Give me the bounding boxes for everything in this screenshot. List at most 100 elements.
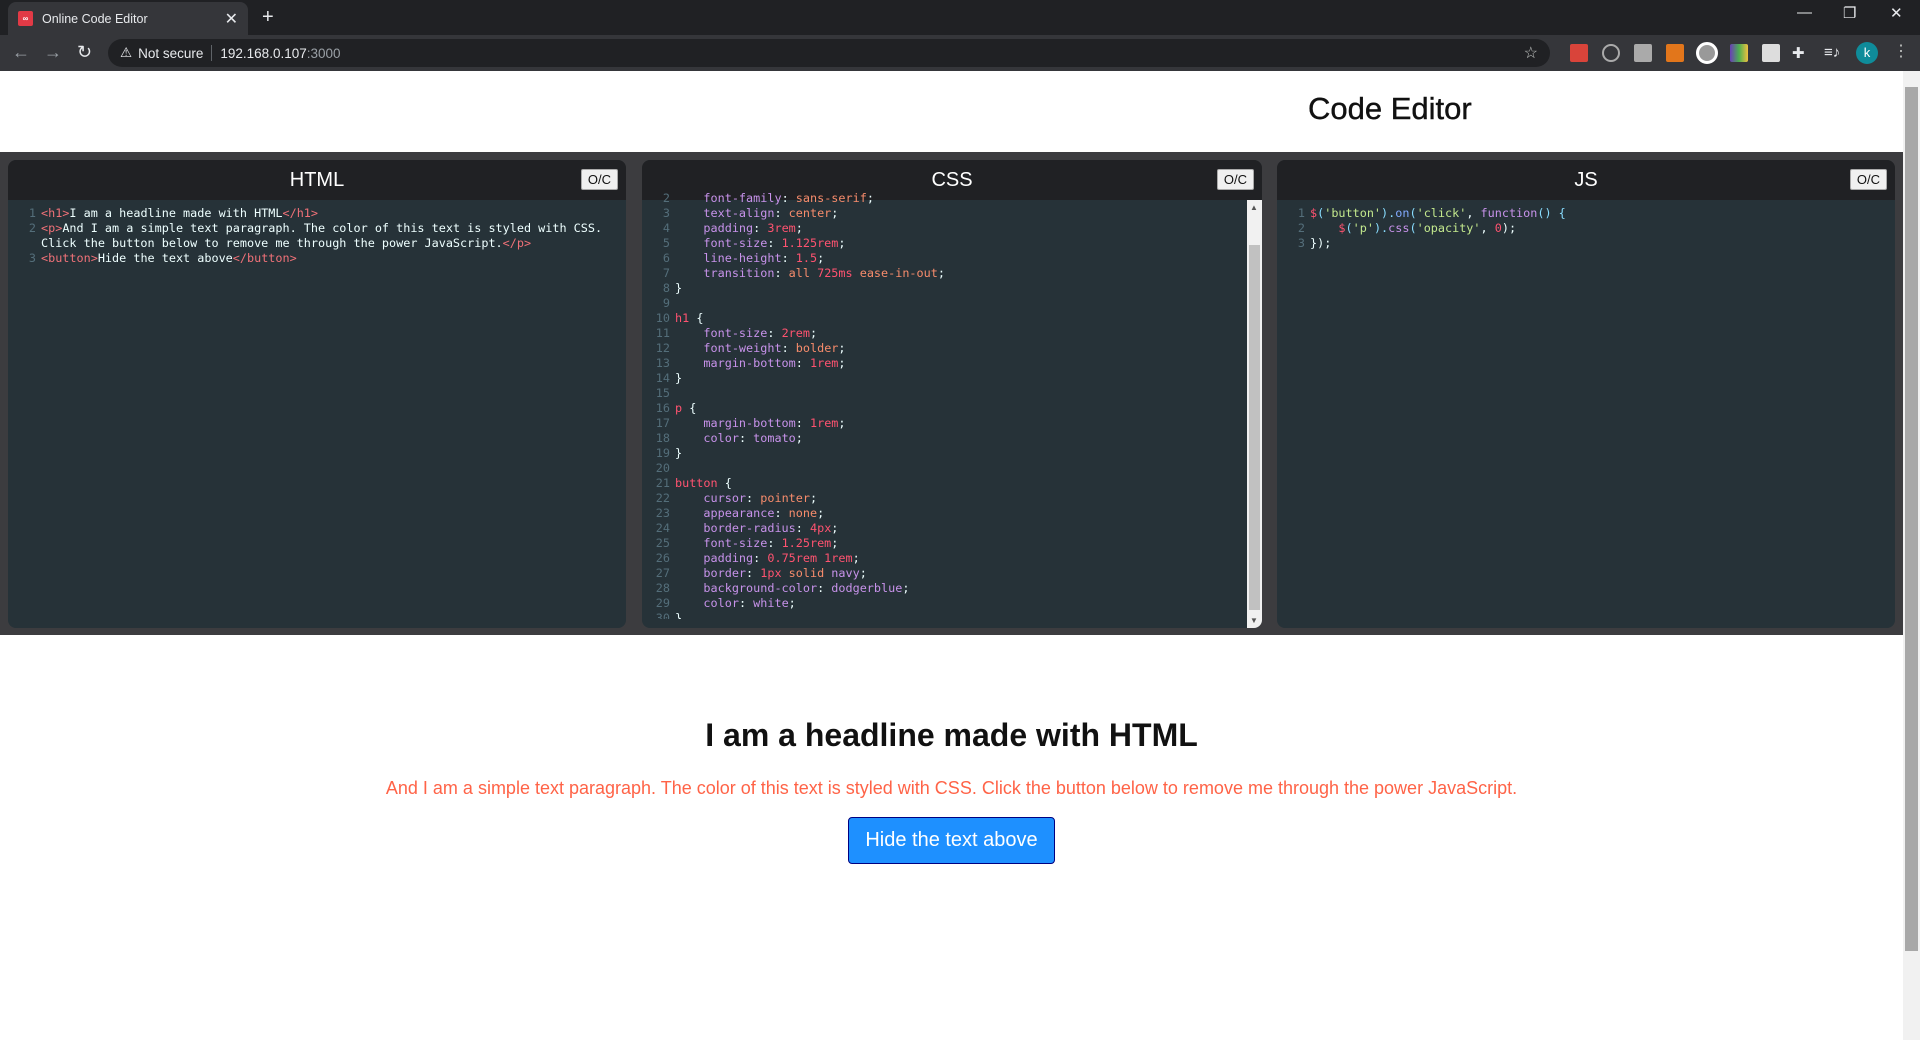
code-token: 'button' (1324, 206, 1382, 220)
scrollbar-thumb[interactable] (1905, 87, 1918, 951)
code-line: 1 <h1>I am a headline made with HTML</h1> (8, 206, 626, 221)
toggle-button[interactable]: O/C (580, 169, 618, 190)
js-code-editor[interactable]: 1 $('button').on('click', function() {2 $… (1277, 200, 1895, 628)
line-number: 25 (655, 536, 670, 550)
extension-icon[interactable] (1570, 44, 1588, 62)
code-token: border (675, 566, 747, 580)
line-number: 3 (28, 251, 36, 265)
code-line: 20 (642, 461, 1262, 476)
scroll-up-icon[interactable]: ▲ (1250, 203, 1258, 212)
extension-blank-icon[interactable] (1762, 44, 1780, 62)
code-token: } (675, 446, 683, 460)
media-queue-icon[interactable]: ≡♪ (1824, 44, 1840, 61)
code-token: all (788, 266, 818, 280)
preview-paragraph: And I am a simple text paragraph. The co… (385, 778, 1518, 798)
bookmark-star-icon[interactable]: ☆ (1524, 43, 1538, 63)
restore-icon[interactable]: ❐ (1843, 4, 1856, 22)
code-token: ; (831, 521, 839, 535)
line-number: 2 (1297, 221, 1305, 235)
code-line: 6 line-height: 1.5; (642, 251, 1262, 266)
line-number: 26 (655, 551, 670, 565)
code-token: ; (817, 506, 825, 520)
more-menu-icon[interactable]: ⋮ (1893, 41, 1909, 61)
code-token: : (781, 341, 796, 355)
extensions-puzzle-icon[interactable]: ✚ (1792, 44, 1805, 62)
browser-tab[interactable]: ∞ Online Code Editor ✕ (8, 2, 248, 35)
code-line: 14} (642, 371, 1262, 386)
code-token: bolder (795, 341, 839, 355)
css-editor-scrollbar[interactable]: ▲ ▼ (1247, 200, 1262, 628)
code-token: ; (937, 266, 945, 280)
extension-sync-icon[interactable] (1696, 42, 1718, 64)
code-token: tomato (753, 431, 796, 445)
code-token: : (767, 236, 782, 250)
code-token: h1 (675, 311, 690, 325)
code-token: ; (809, 326, 818, 340)
forward-icon[interactable]: → (44, 42, 62, 63)
panel-title: CSS (931, 169, 973, 191)
minimize-icon[interactable]: — (1797, 4, 1812, 21)
code-token: ; (838, 341, 846, 355)
line-number: 19 (655, 446, 670, 460)
html-code-editor[interactable]: 1 <h1>I am a headline made with HTML</h1>… (8, 200, 626, 628)
code-token: : (774, 506, 789, 520)
line-content: margin-bottom: 1rem; (675, 416, 1262, 431)
security-label[interactable]: Not secure (138, 46, 203, 61)
toggle-button[interactable]: O/C (1849, 169, 1887, 190)
line-content: font-size: 1.25rem; (675, 536, 1262, 551)
code-token: : (738, 431, 754, 445)
code-line: 12 font-weight: bolder; (642, 341, 1262, 356)
code-line: 7 transition: all 725ms ease-in-out; (642, 266, 1262, 281)
code-token: : (795, 356, 810, 370)
code-token: ; (866, 191, 874, 205)
code-token: 2rem (781, 326, 810, 340)
line-content: button { (675, 476, 1262, 491)
css-code-editor[interactable]: 2 font-family: sans-serif; 3 text-align: … (642, 191, 1262, 619)
code-token: sans-serif (795, 191, 867, 205)
code-token: 0.75rem 1rem (767, 551, 853, 565)
line-number: 21 (655, 476, 670, 490)
code-line: 9 (642, 296, 1262, 311)
page-scrollbar[interactable] (1903, 71, 1920, 1040)
line-content: <p>And I am a simple text paragraph. The… (41, 221, 626, 251)
hide-text-button[interactable]: Hide the text above (848, 817, 1055, 864)
code-token: function (1480, 206, 1538, 220)
code-line: 3 <button>Hide the text above</button> (8, 251, 626, 266)
panel-title: HTML (289, 169, 345, 191)
address-bar[interactable]: ⚠ Not secure 192.168.0.107:3000 ☆ (108, 39, 1550, 67)
code-line: 2 $('p').css('opacity', 0); (1277, 221, 1895, 236)
line-number: 2 (662, 191, 670, 205)
line-content: color: tomato; (675, 431, 1262, 446)
css-editor-panel: CSS O/C 2 font-family: sans-serif; 3 text-… (642, 160, 1262, 628)
new-tab-icon[interactable]: + (262, 6, 274, 29)
code-token: ; (795, 431, 803, 445)
metamask-fox-icon[interactable] (1666, 44, 1684, 62)
code-token: : (774, 266, 789, 280)
toggle-button[interactable]: O/C (1216, 169, 1254, 190)
line-number: 3 (662, 206, 670, 220)
scroll-down-icon[interactable]: ▼ (1250, 616, 1258, 625)
line-content: border-radius: 4px; (675, 521, 1262, 536)
extension-color-icon[interactable] (1730, 44, 1748, 62)
code-token: 0 (1494, 221, 1502, 235)
code-token: </button> (232, 251, 297, 265)
code-token: ease-in-out (852, 266, 938, 280)
reload-icon[interactable]: ↻ (77, 42, 92, 63)
panel-header: HTML O/C (8, 160, 626, 200)
code-token: ( (1409, 221, 1417, 235)
scrollbar-thumb[interactable] (1249, 245, 1260, 610)
code-token: ( (1409, 206, 1417, 220)
line-content: text-align: center; (675, 206, 1262, 221)
extension-target-icon[interactable] (1602, 44, 1620, 62)
extension-k-icon[interactable] (1634, 44, 1652, 62)
code-token: : (781, 251, 796, 265)
profile-avatar[interactable]: k (1856, 42, 1878, 64)
code-token: font-size (675, 536, 768, 550)
close-tab-icon[interactable]: ✕ (225, 9, 238, 29)
code-token: : (753, 221, 768, 235)
close-window-icon[interactable]: ✕ (1890, 4, 1903, 22)
code-token: ; (795, 221, 803, 235)
code-token: line-height (675, 251, 782, 265)
code-token: ). (1373, 221, 1389, 235)
back-icon[interactable]: ← (12, 42, 30, 63)
